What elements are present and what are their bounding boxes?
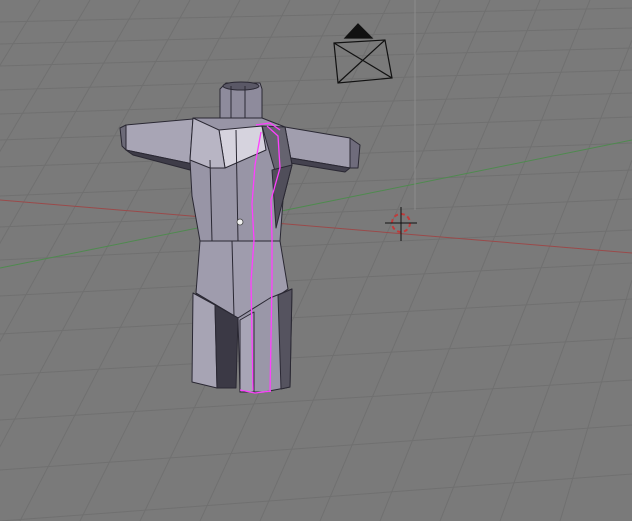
viewport-canvas[interactable] — [0, 0, 632, 521]
left-leg-part — [191, 292, 218, 389]
3d-viewport[interactable] — [0, 0, 632, 521]
